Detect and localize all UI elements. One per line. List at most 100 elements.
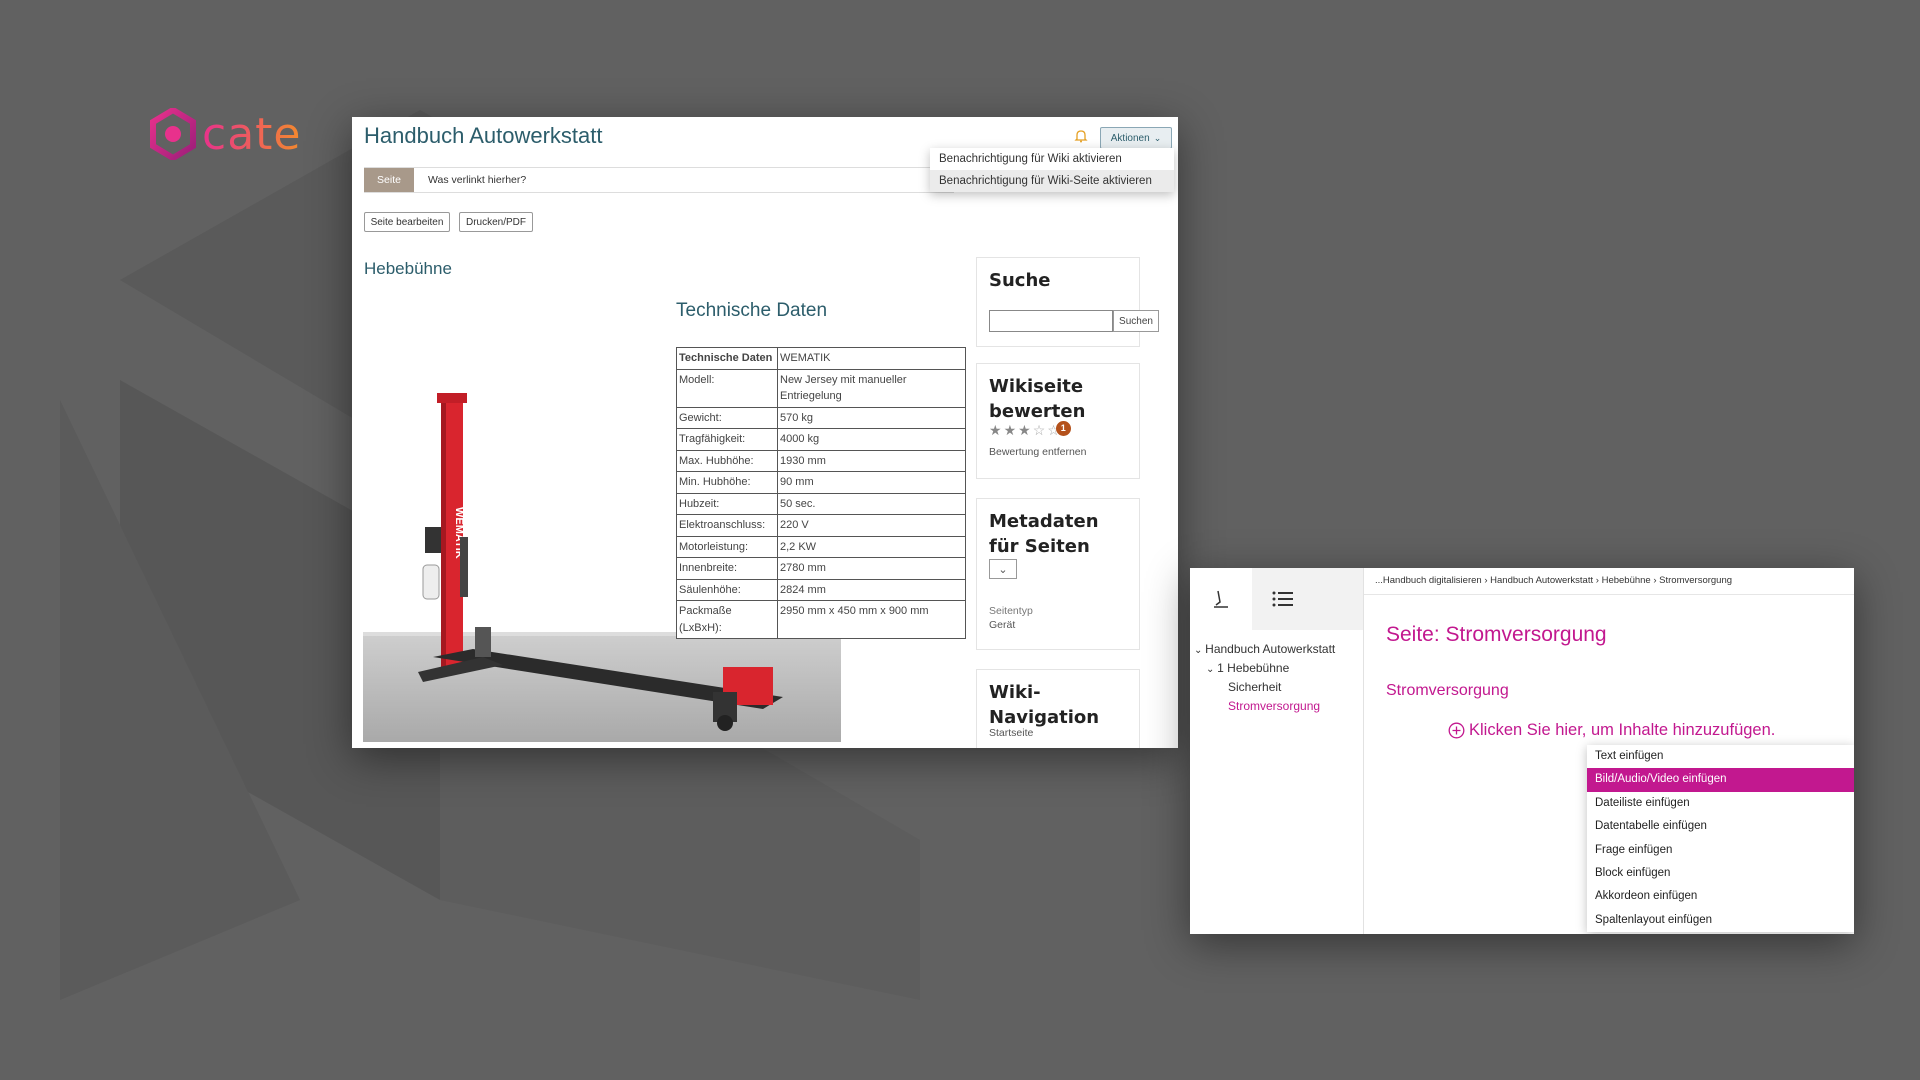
star-icon[interactable]: ★ bbox=[989, 422, 1002, 439]
spec-key: Innenbreite: bbox=[676, 557, 778, 580]
search-title: Suche bbox=[989, 270, 1051, 291]
breadcrumb-item[interactable]: ...Handbuch digitalisieren bbox=[1375, 575, 1482, 586]
spec-key: Gewicht: bbox=[676, 406, 778, 429]
table-row: Gewicht: 570 kg bbox=[676, 406, 966, 429]
table-row: Max. Hubhöhe: 1930 mm bbox=[676, 449, 966, 472]
spec-key: Motorleistung: bbox=[676, 535, 778, 558]
page-type-value: Gerät bbox=[989, 619, 1016, 631]
rating-panel: Wikiseite bewerten ★ ★ ★ ☆ ☆ 1 Bewertung entf… bbox=[976, 363, 1140, 479]
section-heading: Technische Daten bbox=[676, 300, 828, 321]
star-icon[interactable]: ★ bbox=[1004, 422, 1017, 439]
chevron-down-icon: ⌄ bbox=[1206, 664, 1218, 675]
tree-item-root[interactable]: ⌄ Handbuch Autowerkstatt bbox=[1194, 642, 1335, 656]
wiki-navigation-panel: Wiki-Navigation Startseite bbox=[976, 669, 1140, 748]
chevron-down-icon: ⌄ bbox=[1194, 645, 1206, 656]
rating-title: Wikiseite bewerten bbox=[989, 376, 1086, 423]
sidebar-toolbar bbox=[1190, 568, 1363, 630]
insert-menu-item[interactable]: Block einfügen bbox=[1587, 862, 1854, 885]
pen-icon bbox=[1214, 590, 1228, 608]
tab-seite[interactable]: Seite bbox=[364, 168, 414, 192]
actions-button[interactable]: Aktionen ⌄ bbox=[1100, 127, 1172, 149]
spec-value: 2,2 KW bbox=[777, 535, 966, 558]
table-row: Packmaße (LxBxH): 2950 mm x 450 mm x 900 … bbox=[676, 600, 966, 639]
table-row: Modell: New Jersey mit manueller Entriege… bbox=[676, 368, 966, 408]
logo-wordmark: cate bbox=[202, 108, 302, 160]
star-icon[interactable]: ★ bbox=[1018, 422, 1031, 439]
insert-menu-item[interactable]: Dateiliste einfügen bbox=[1587, 792, 1854, 815]
insert-menu-item[interactable]: Bild/Audio/Video einfügen bbox=[1587, 768, 1854, 792]
tree-item-sicherheit[interactable]: Sicherheit bbox=[1228, 680, 1281, 694]
spec-key: Modell: bbox=[676, 368, 778, 408]
metadata-title: Metadaten für Seiten bbox=[989, 511, 1099, 558]
actions-dropdown: Benachrichtigung für Wiki aktivieren Ben… bbox=[930, 148, 1174, 192]
print-pdf-button[interactable]: Drucken/PDF bbox=[459, 212, 533, 232]
plus-circle-icon bbox=[1448, 722, 1465, 739]
edit-tool[interactable] bbox=[1190, 568, 1252, 630]
spec-value: 570 kg bbox=[777, 406, 966, 429]
outline-tool[interactable] bbox=[1252, 568, 1314, 630]
page-tabs: Seite Was verlinkt hierher? bbox=[364, 167, 954, 193]
spec-value: 2824 mm bbox=[777, 578, 966, 601]
breadcrumb: ...Handbuch digitalisieren › Handbuch Au… bbox=[1375, 575, 1732, 586]
tree-item-stromversorgung[interactable]: Stromversorgung bbox=[1228, 699, 1320, 713]
add-content-link[interactable]: Klicken Sie hier, um Inhalte hinzuzufüge… bbox=[1448, 721, 1775, 740]
spec-value: New Jersey mit manueller Entriegelung bbox=[777, 368, 966, 408]
section-title: Stromversorgung bbox=[1386, 682, 1509, 699]
chevron-down-icon: ⌄ bbox=[998, 563, 1008, 576]
breadcrumb-item[interactable]: Stromversorgung bbox=[1659, 575, 1732, 586]
tree-label: 1 Hebebühne bbox=[1217, 661, 1290, 675]
insert-menu-item[interactable]: Frage einfügen bbox=[1587, 839, 1854, 862]
rating-count-badge: 1 bbox=[1055, 421, 1071, 436]
specs-table: Technische Daten WEMATIK Modell: New Jersey… bbox=[676, 347, 966, 639]
spec-key: Tragfähigkeit: bbox=[676, 428, 778, 451]
table-row: Säulenhöhe: 2824 mm bbox=[676, 578, 966, 601]
add-content-label: Klicken Sie hier, um Inhalte hinzuzufüge… bbox=[1469, 721, 1776, 739]
table-row: Innenbreite: 2780 mm bbox=[676, 557, 966, 580]
spec-key: Max. Hubhöhe: bbox=[676, 449, 778, 472]
breadcrumb-item[interactable]: Hebebühne bbox=[1602, 575, 1651, 586]
menu-item-notify-wiki[interactable]: Benachrichtigung für Wiki aktivieren bbox=[930, 148, 1174, 170]
table-row: Technische Daten WEMATIK bbox=[676, 347, 966, 370]
spec-value: WEMATIK bbox=[777, 347, 966, 370]
insert-menu-item[interactable]: Akkordeon einfügen bbox=[1587, 885, 1854, 908]
spec-key: Hubzeit: bbox=[676, 492, 778, 515]
search-panel: Suche Suchen bbox=[976, 257, 1159, 347]
remove-rating-link[interactable]: Bewertung entfernen bbox=[989, 446, 1086, 458]
wiki-title: Handbuch Autowerkstatt bbox=[364, 123, 603, 148]
breadcrumb-item[interactable]: Handbuch Autowerkstatt bbox=[1490, 575, 1593, 586]
spec-value: 2780 mm bbox=[777, 557, 966, 580]
metadata-toggle[interactable]: ⌄ bbox=[989, 559, 1017, 579]
list-icon bbox=[1272, 591, 1293, 607]
nav-startseite[interactable]: Startseite bbox=[989, 727, 1033, 739]
tab-backlinks[interactable]: Was verlinkt hierher? bbox=[428, 174, 526, 186]
insert-menu-item[interactable]: Datentabelle einfügen bbox=[1587, 815, 1854, 838]
cate-logo-icon bbox=[150, 108, 196, 160]
insert-menu-item[interactable]: Spaltenlayout einfügen bbox=[1587, 909, 1854, 932]
wiki-window: Handbuch Autowerkstatt Aktionen ⌄ Benach… bbox=[352, 117, 1178, 748]
spec-value: 220 V bbox=[777, 514, 966, 537]
chevron-down-icon: ⌄ bbox=[1153, 132, 1162, 143]
insert-menu-item[interactable]: Text einfügen bbox=[1587, 745, 1854, 768]
table-row: Elektroanschluss: 220 V bbox=[676, 514, 966, 537]
cate-logo: cate bbox=[150, 108, 301, 160]
table-row: Tragfähigkeit: 4000 kg bbox=[676, 428, 966, 451]
spec-value: 4000 kg bbox=[777, 428, 966, 451]
spec-key: Min. Hubhöhe: bbox=[676, 471, 778, 494]
cate-editor-window: ⌄ Handbuch Autowerkstatt ⌄ 1 Hebebühne S… bbox=[1190, 568, 1854, 934]
spec-key: Säulenhöhe: bbox=[676, 578, 778, 601]
menu-item-notify-page[interactable]: Benachrichtigung für Wiki-Seite aktivier… bbox=[930, 170, 1174, 192]
rating-stars: ★ ★ ★ ☆ ☆ 1 bbox=[989, 421, 1071, 439]
bell-icon[interactable] bbox=[1074, 129, 1088, 143]
table-row: Motorleistung: 2,2 KW bbox=[676, 535, 966, 558]
spec-value: 90 mm bbox=[777, 471, 966, 494]
spec-key: Packmaße (LxBxH): bbox=[676, 600, 778, 639]
page-heading: Hebebühne bbox=[364, 259, 452, 278]
tree-item-hebebuehne[interactable]: ⌄ 1 Hebebühne bbox=[1206, 661, 1289, 675]
star-icon[interactable]: ☆ bbox=[1033, 422, 1046, 439]
spec-value: 2950 mm x 450 mm x 900 mm bbox=[777, 600, 966, 639]
editor-sidebar: ⌄ Handbuch Autowerkstatt ⌄ 1 Hebebühne S… bbox=[1190, 568, 1364, 934]
edit-page-button[interactable]: Seite bearbeiten bbox=[364, 212, 450, 232]
search-button[interactable]: Suchen bbox=[1113, 310, 1159, 332]
spec-key: Technische Daten bbox=[676, 347, 778, 370]
search-input[interactable] bbox=[989, 310, 1113, 332]
